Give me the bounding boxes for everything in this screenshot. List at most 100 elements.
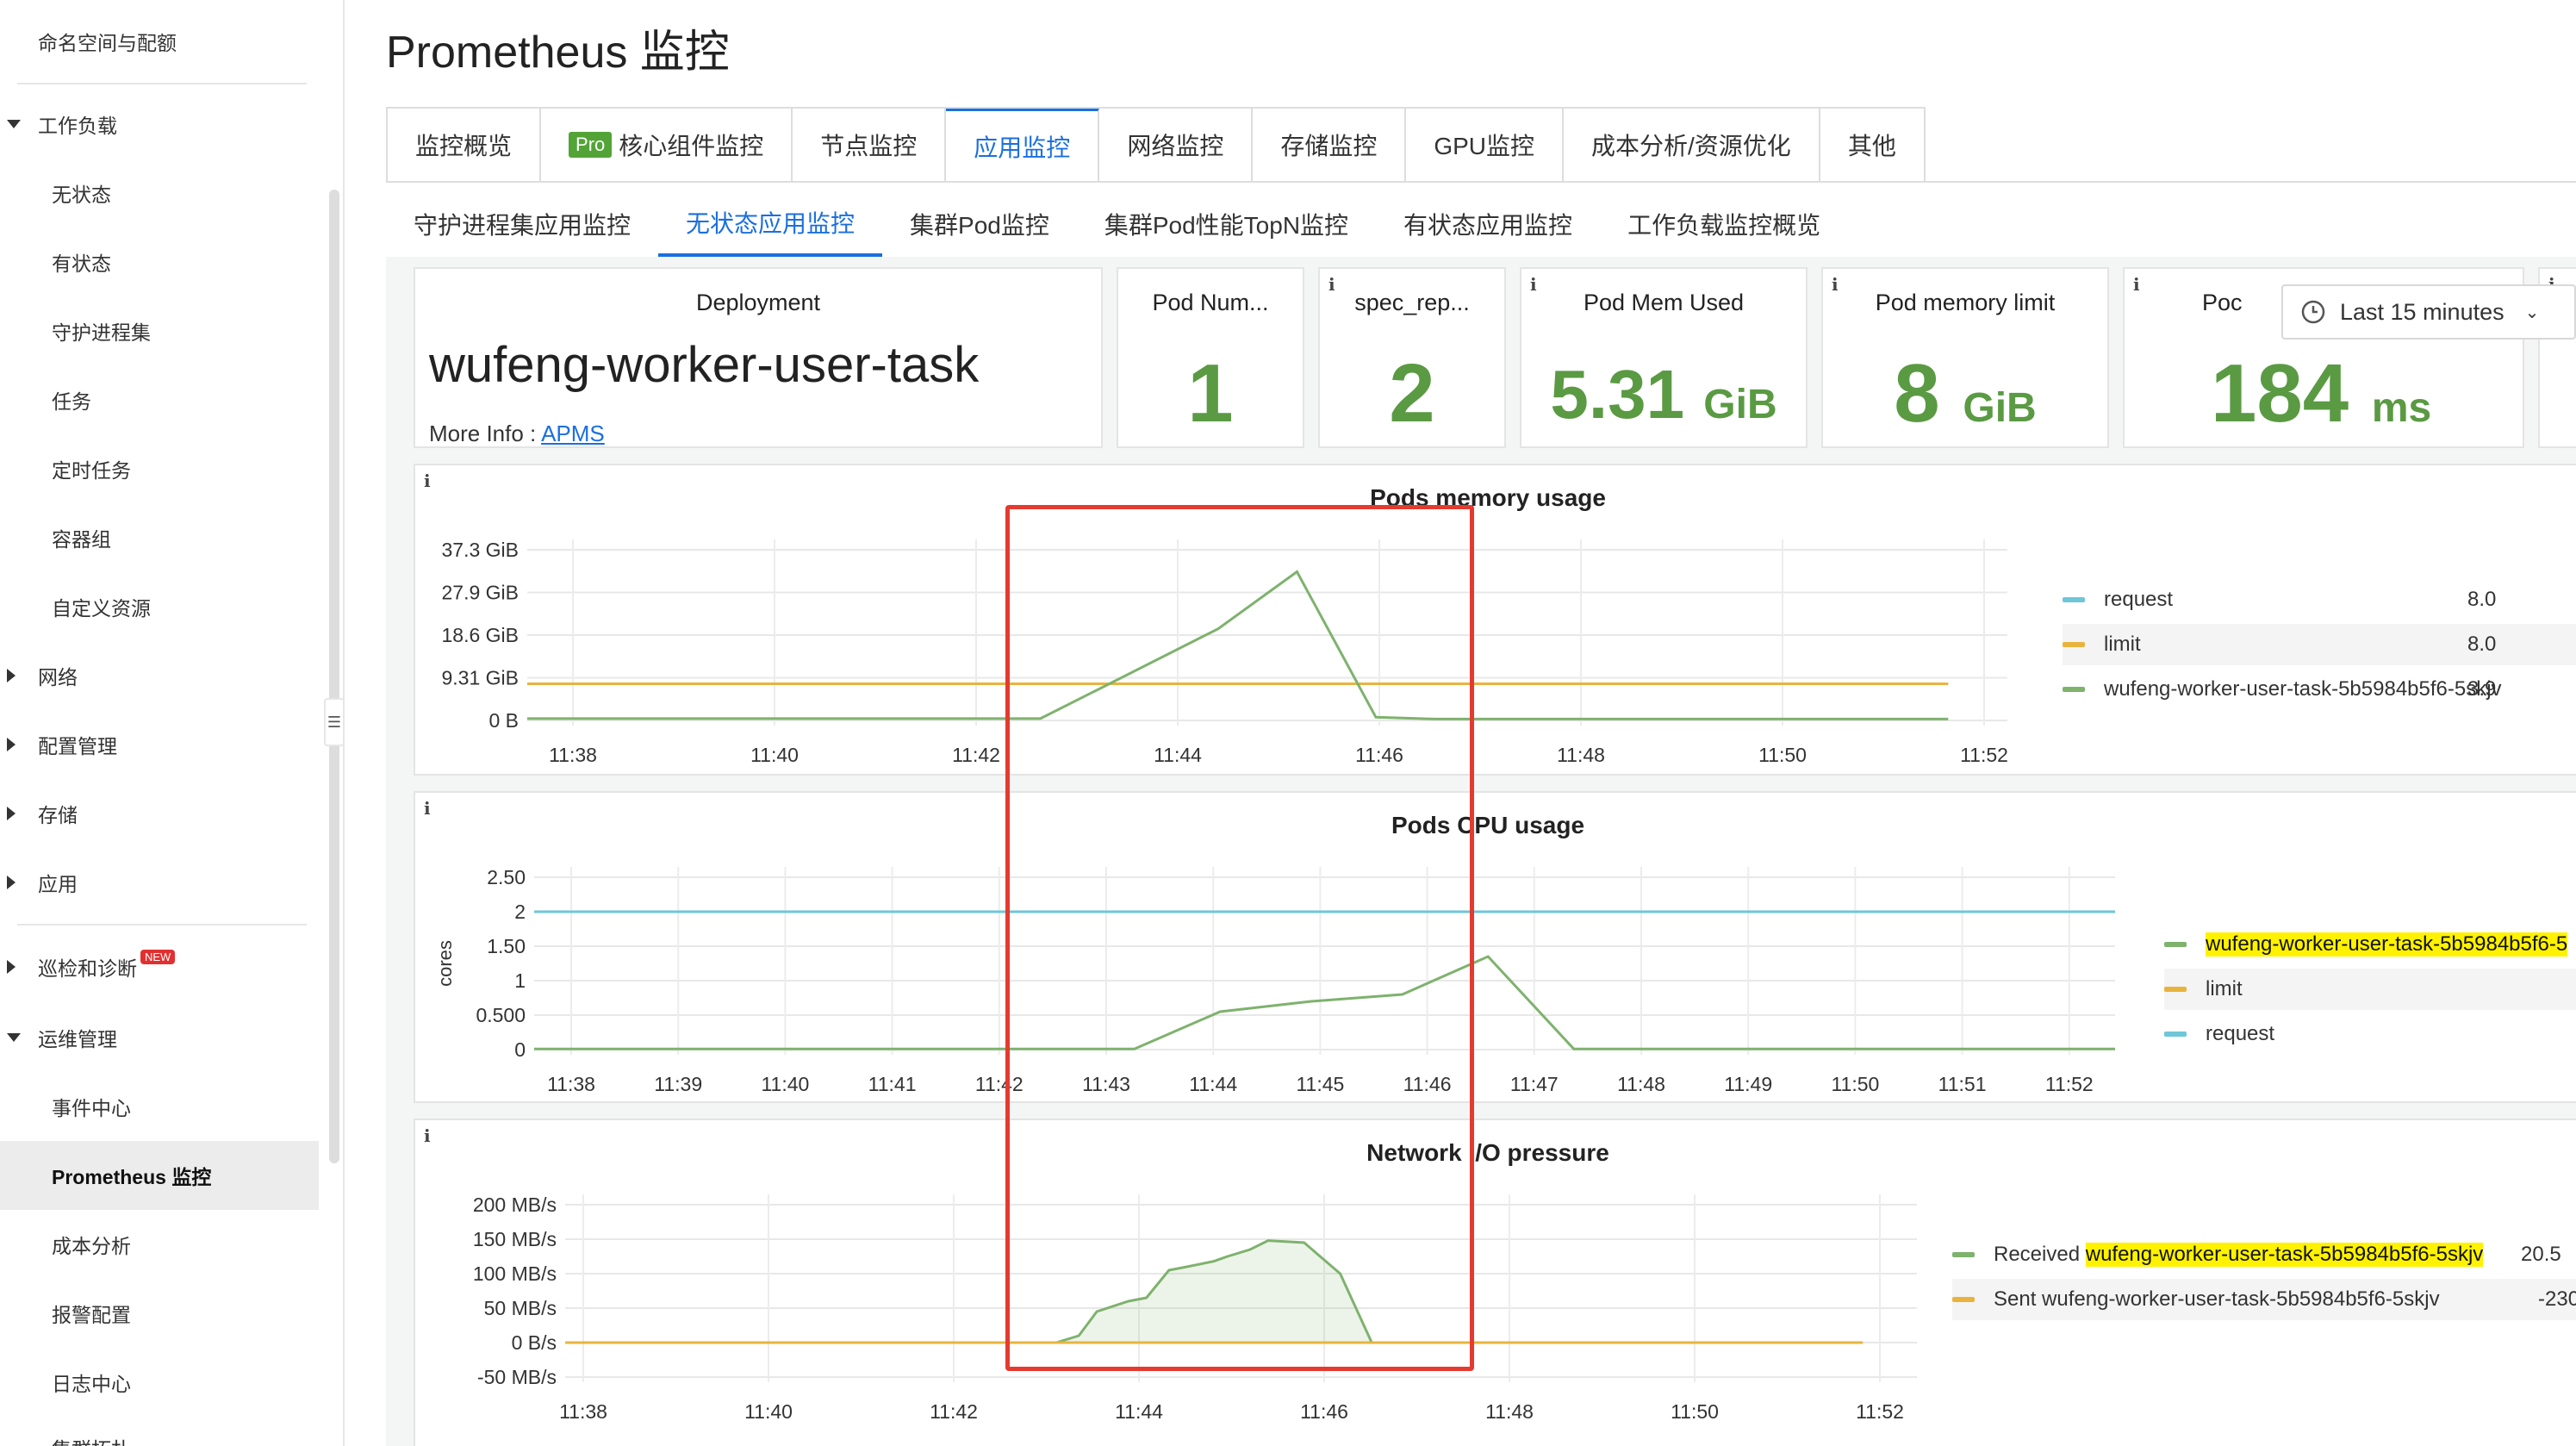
legend-name: request [2206, 1022, 2275, 1045]
tab-core-components[interactable]: Pro 核心组件监控 [541, 109, 793, 181]
info-icon[interactable]: i [2133, 274, 2140, 295]
y-tick-label: 0 [514, 1038, 526, 1061]
y-tick-label: 150 MB/s [473, 1228, 557, 1250]
stat-number: 5.31 [1550, 356, 1685, 433]
subtab-daemonset[interactable]: 守护进程集应用监控 [386, 191, 658, 257]
tab-label: 应用监控 [974, 134, 1071, 161]
y-tick-label: 1 [514, 969, 526, 992]
apms-link[interactable]: APMS [541, 421, 605, 446]
sidebar-item-deployments[interactable]: 无状态 [0, 159, 319, 227]
deployment-panel: Deployment wufeng-worker-user-task More … [414, 267, 1103, 448]
tab-storage[interactable]: 存储监控 [1253, 109, 1407, 181]
legend-item[interactable]: limit 8.0 [2063, 624, 2576, 665]
tab-applications[interactable]: 应用监控 [946, 109, 1100, 181]
legend-value: 8.0 [2467, 588, 2497, 611]
sidebar-item-cost[interactable]: 成本分析 [0, 1210, 319, 1279]
main-tabs: 监控概览 Pro 核心组件监控 节点监控 应用监控 网络监控 存储监控 GPU监控… [386, 107, 1926, 183]
legend-item[interactable]: limit [2164, 969, 2576, 1010]
subtab-statefulset[interactable]: 有状态应用监控 [1376, 191, 1600, 257]
tab-label: 存储监控 [1280, 133, 1378, 159]
legend-value: -230. [2538, 1287, 2576, 1311]
time-range-picker[interactable]: Last 15 minutes ⌄ [2281, 284, 2576, 340]
sidebar: 命名空间与配额 工作负载 无状态 有状态 守护进程集 任务 定时任务 容器组 自… [0, 0, 345, 1446]
sidebar-item-ops[interactable]: 运维管理 [0, 1003, 319, 1072]
legend-item[interactable]: Received wufeng-worker-user-task-5b5984b… [1952, 1234, 2561, 1275]
y-tick-label: 50 MB/s [484, 1297, 557, 1319]
y-tick-label: -50 MB/s [477, 1366, 557, 1388]
sidebar-scrollbar[interactable] [329, 190, 339, 1163]
stat-unit: ms [2371, 385, 2432, 431]
sidebar-item-config[interactable]: 配置管理 [0, 710, 319, 779]
stat-unit: GiB [1703, 382, 1777, 427]
x-tick-label: 11:50 [1831, 1073, 1879, 1095]
subtab-pod-topn[interactable]: 集群Pod性能TopN监控 [1077, 191, 1376, 257]
sidebar-item-cronjobs[interactable]: 定时任务 [0, 434, 319, 503]
legend-item[interactable]: wufeng-worker-user-task-5b5984b5f6-5 [2164, 924, 2568, 965]
x-tick-label: 11:52 [1960, 744, 2008, 766]
x-tick-label: 11:52 [1856, 1400, 1904, 1423]
sidebar-item-daemonsets[interactable]: 守护进程集 [0, 296, 319, 365]
legend-item[interactable]: wufeng-worker-user-task-5b5984b5f6-5skjv… [2063, 669, 2502, 710]
sidebar-item-pods[interactable]: 容器组 [0, 503, 319, 572]
legend-prefix: Sent [1994, 1287, 2037, 1311]
sidebar-item-namespace[interactable]: 命名空间与配额 [0, 7, 319, 76]
tab-label: 节点监控 [820, 133, 918, 159]
x-tick-label: 11:50 [1671, 1400, 1719, 1423]
subtab-deployment[interactable]: 无状态应用监控 [658, 191, 883, 257]
chevron-right-icon [7, 738, 16, 751]
legend-item[interactable]: Sent wufeng-worker-user-task-5b5984b5f6-… [1952, 1279, 2576, 1320]
x-tick-label: 11:38 [549, 744, 597, 766]
tab-overview[interactable]: 监控概览 [388, 109, 542, 181]
legend-swatch [2063, 687, 2085, 692]
stat-number: 184 [2211, 347, 2349, 439]
y-tick-label: 0 B [488, 709, 519, 732]
legend-name: wufeng-worker-user-task-5b5984b5f6-5skjv [2104, 677, 2502, 701]
time-range-label: Last 15 minutes [2340, 298, 2504, 325]
panel-title: Pod memory limit [1875, 290, 2056, 315]
sidebar-item-label: 运维管理 [38, 1028, 117, 1050]
x-tick-label: 11:50 [1758, 744, 1807, 766]
sidebar-item-statefulsets[interactable]: 有状态 [0, 227, 319, 296]
x-tick-label: 11:44 [1115, 1400, 1163, 1423]
more-info: More Info : APMS [429, 421, 605, 446]
sidebar-item-applications[interactable]: 应用 [0, 848, 319, 917]
tab-nodes[interactable]: 节点监控 [793, 109, 947, 181]
sidebar-item-custom-resources[interactable]: 自定义资源 [0, 572, 319, 641]
tab-network[interactable]: 网络监控 [1099, 109, 1254, 181]
chevron-down-icon [7, 1033, 21, 1042]
sidebar-item-prometheus[interactable]: Prometheus 监控 [0, 1141, 319, 1210]
collapse-sidebar-icon[interactable]: ☰ [324, 698, 345, 746]
tab-label: 无状态应用监控 [686, 210, 856, 237]
tab-label: 有状态应用监控 [1403, 212, 1573, 239]
subtab-workload-overview[interactable]: 工作负载监控概览 [1600, 191, 1848, 257]
sidebar-item-alerts[interactable]: 报警配置 [0, 1279, 319, 1348]
stat-value: 8 GiB [1823, 346, 2107, 441]
sidebar-item-label: 配置管理 [38, 735, 117, 757]
sidebar-item-topology[interactable]: 集群拓扑 [0, 1413, 319, 1446]
legend-value: 3.9 [2467, 677, 2497, 701]
sidebar-item-jobs[interactable]: 任务 [0, 365, 319, 434]
clock-icon [2301, 300, 2325, 324]
chevron-right-icon [7, 669, 16, 682]
legend-swatch [2063, 597, 2085, 602]
tab-label: 核心组件监控 [619, 133, 764, 159]
y-axis-label: cores [434, 940, 456, 987]
sidebar-item-workloads[interactable]: 工作负载 [0, 90, 319, 159]
legend-item[interactable]: request [2164, 1013, 2274, 1055]
stat-value: 5.31 GiB [1521, 355, 1806, 434]
sidebar-item-inspection[interactable]: 巡检和诊断 NEW [0, 932, 319, 1001]
sidebar-item-logs[interactable]: 日志中心 [0, 1348, 319, 1417]
sidebar-item-network[interactable]: 网络 [0, 641, 319, 710]
tab-cost[interactable]: 成本分析/资源优化 [1564, 109, 1820, 181]
sidebar-item-label: 报警配置 [52, 1304, 131, 1326]
sidebar-item-storage[interactable]: 存储 [0, 779, 319, 848]
tab-gpu[interactable]: GPU监控 [1406, 109, 1565, 181]
tab-other[interactable]: 其他 [1820, 109, 1924, 181]
sub-tabs: 守护进程集应用监控 无状态应用监控 集群Pod监控 集群Pod性能TopN监控 … [386, 191, 1848, 257]
subtab-cluster-pod[interactable]: 集群Pod监控 [882, 191, 1077, 257]
sidebar-item-events[interactable]: 事件中心 [0, 1072, 319, 1141]
sidebar-item-label: 应用 [38, 873, 78, 895]
x-tick-label: 11:48 [1485, 1400, 1534, 1423]
tab-label: 网络监控 [1127, 133, 1224, 159]
legend-item[interactable]: request 8.0 [2063, 579, 2496, 620]
